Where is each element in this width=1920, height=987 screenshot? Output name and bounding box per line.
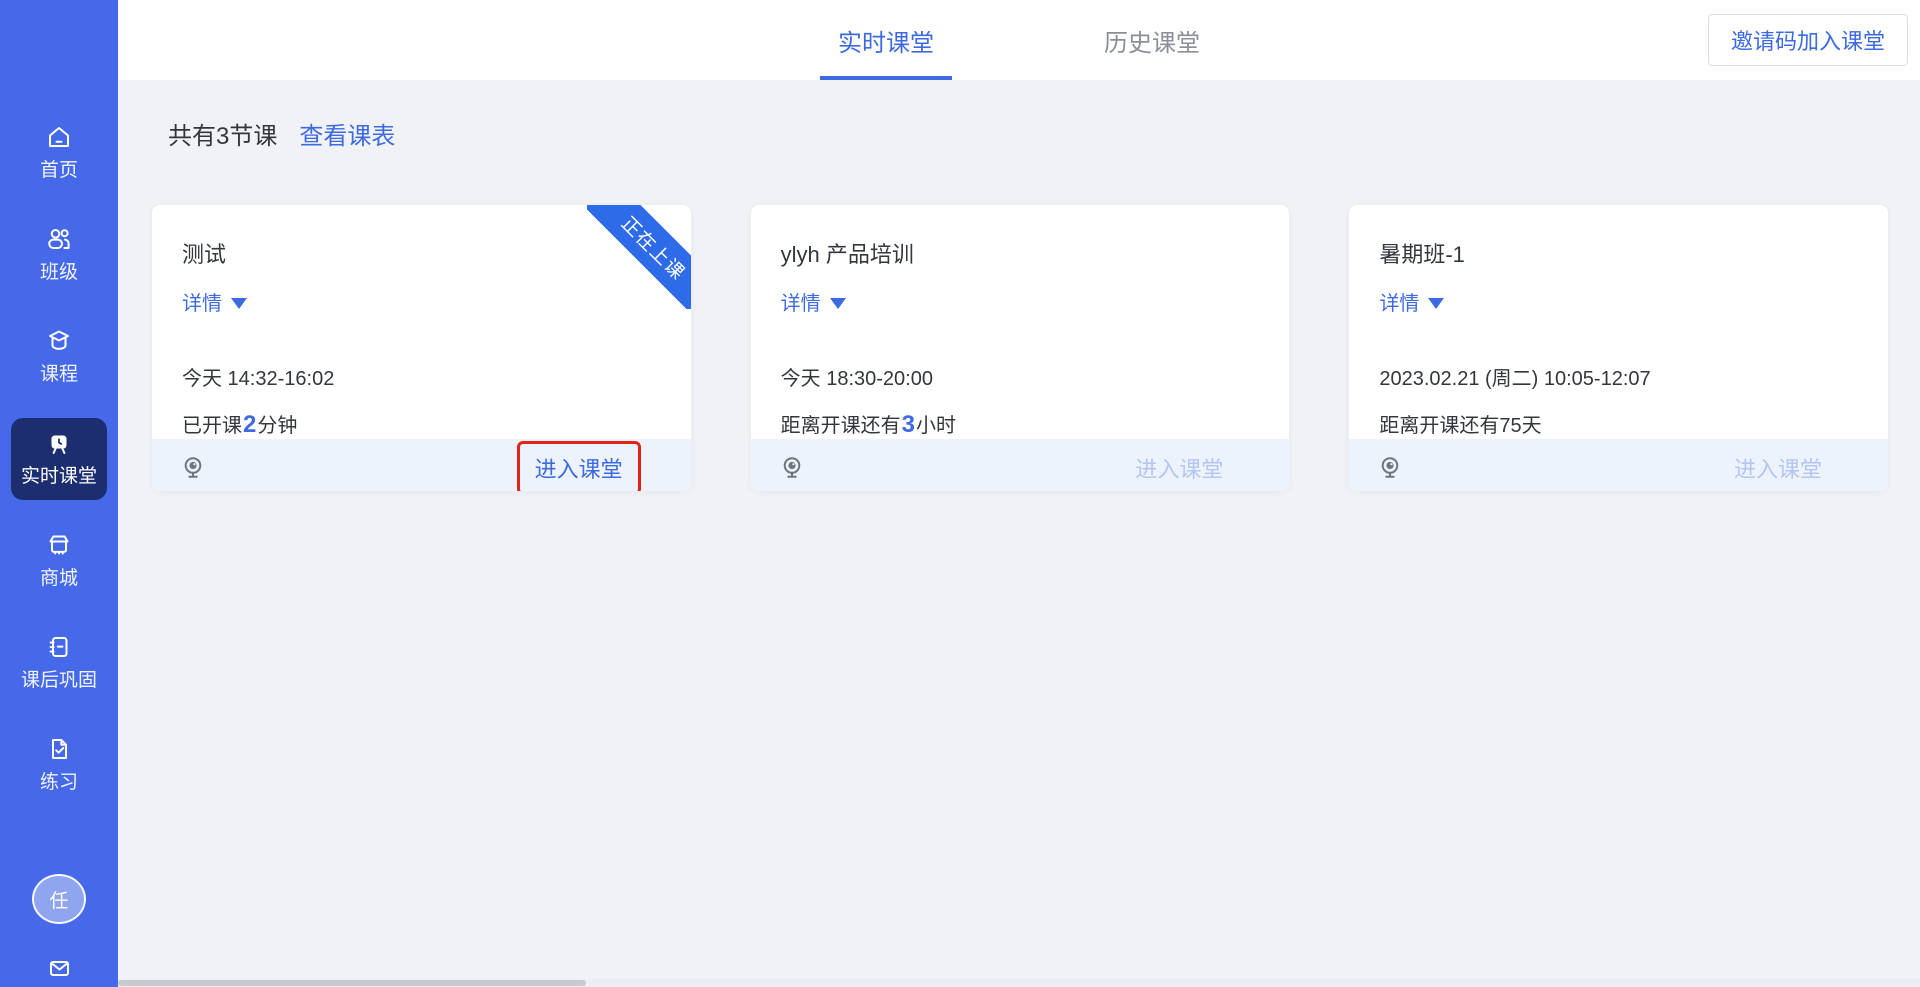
class-card-upcoming: 暑期班-1 详情 2023.02.21 (周二) 10:05-12:07 距离开… bbox=[1349, 205, 1888, 491]
detail-label: 详情 bbox=[182, 287, 222, 316]
live-ribbon: 正在上课 bbox=[587, 205, 691, 309]
sidebar-item-label: 实时课堂 bbox=[21, 466, 97, 488]
card-countdown: 距离开课还有75天 bbox=[1379, 409, 1858, 439]
live-ribbon-label: 正在上课 bbox=[587, 205, 691, 309]
class-card-list: 正在上课 测试 详情 今天 14:32-16:02 已开课2分钟 bbox=[152, 205, 1888, 491]
avatar[interactable]: 任 bbox=[32, 874, 86, 924]
home-icon bbox=[45, 123, 73, 151]
detail-toggle[interactable]: 详情 bbox=[781, 287, 846, 316]
invite-code-join-button[interactable]: 邀请码加入课堂 bbox=[1708, 14, 1908, 66]
card-time: 2023.02.21 (周二) 10:05-12:07 bbox=[1379, 362, 1858, 391]
courses-icon bbox=[45, 327, 73, 355]
sidebar-item-courses[interactable]: 课程 bbox=[11, 316, 107, 398]
chevron-down-icon bbox=[231, 298, 247, 309]
sidebar-item-live-classroom[interactable]: 实时课堂 bbox=[11, 418, 107, 500]
annotation-highlight-box: 进入课堂 bbox=[517, 441, 641, 492]
mail-icon bbox=[44, 954, 74, 982]
sidebar-item-label: 课程 bbox=[40, 364, 78, 386]
card-title: ylyh 产品培训 bbox=[781, 237, 1260, 269]
tab-live-classroom[interactable]: 实时课堂 bbox=[838, 0, 934, 80]
mall-icon bbox=[45, 531, 73, 559]
homework-icon bbox=[45, 633, 73, 661]
sidebar-item-label: 练习 bbox=[40, 772, 78, 794]
content-area: 共有3节课 查看课表 正在上课 测试 详情 今天 14:32-16:02 已开课… bbox=[118, 80, 1920, 987]
card-countdown: 已开课2分钟 bbox=[182, 409, 661, 439]
sidebar-item-classes[interactable]: 班级 bbox=[11, 214, 107, 296]
class-card-upcoming: ylyh 产品培训 详情 今天 18:30-20:00 距离开课还有3小时 bbox=[751, 205, 1290, 491]
card-time: 今天 14:32-16:02 bbox=[182, 362, 661, 391]
sidebar: 首页 班级 课程 实时课堂 bbox=[0, 0, 118, 987]
webcam-icon bbox=[1377, 455, 1403, 481]
chevron-down-icon bbox=[1428, 298, 1444, 309]
horizontal-scrollbar bbox=[118, 979, 1920, 987]
card-footer: 进入课堂 bbox=[1349, 439, 1888, 491]
avatar-initial: 任 bbox=[49, 886, 68, 913]
countdown-number: 2 bbox=[242, 411, 257, 438]
tab-bar: 实时课堂 历史课堂 bbox=[838, 0, 1200, 80]
countdown-number bbox=[1542, 411, 1544, 438]
classes-icon bbox=[45, 225, 73, 253]
card-footer: 进入课堂 bbox=[152, 439, 691, 491]
practice-icon bbox=[45, 735, 73, 763]
webcam-icon bbox=[180, 455, 206, 481]
card-countdown: 距离开课还有3小时 bbox=[781, 409, 1260, 439]
view-schedule-link[interactable]: 查看课表 bbox=[299, 116, 395, 151]
sidebar-item-label: 班级 bbox=[40, 262, 78, 284]
chevron-down-icon bbox=[830, 298, 846, 309]
sidebar-item-practice[interactable]: 练习 bbox=[11, 724, 107, 806]
enter-classroom-link-disabled[interactable]: 进入课堂 bbox=[1734, 452, 1822, 484]
course-count-row: 共有3节课 查看课表 bbox=[168, 116, 1888, 151]
enter-classroom-link-disabled[interactable]: 进入课堂 bbox=[1135, 452, 1223, 484]
sidebar-item-home[interactable]: 首页 bbox=[11, 112, 107, 194]
detail-label: 详情 bbox=[781, 287, 821, 316]
horizontal-scrollbar-thumb[interactable] bbox=[118, 980, 586, 986]
enter-classroom-link[interactable]: 进入课堂 bbox=[535, 457, 623, 482]
tab-history-classroom[interactable]: 历史课堂 bbox=[1104, 0, 1200, 80]
live-classroom-icon bbox=[45, 429, 73, 457]
main-area: 实时课堂 历史课堂 邀请码加入课堂 共有3节课 查看课表 正在上课 测试 详情 bbox=[118, 0, 1920, 987]
course-count-text: 共有3节课 bbox=[168, 116, 277, 151]
sidebar-item-homework[interactable]: 课后巩固 bbox=[11, 622, 107, 704]
detail-label: 详情 bbox=[1379, 287, 1419, 316]
sidebar-item-label: 商城 bbox=[40, 568, 78, 590]
messages-button[interactable] bbox=[44, 954, 74, 987]
sidebar-item-label: 首页 bbox=[40, 160, 78, 182]
detail-toggle[interactable]: 详情 bbox=[1379, 287, 1444, 316]
webcam-icon bbox=[779, 455, 805, 481]
sidebar-item-label: 课后巩固 bbox=[21, 670, 97, 692]
card-time: 今天 18:30-20:00 bbox=[781, 362, 1260, 391]
card-title: 暑期班-1 bbox=[1379, 237, 1858, 269]
card-footer: 进入课堂 bbox=[751, 439, 1290, 491]
detail-toggle[interactable]: 详情 bbox=[182, 287, 247, 316]
header: 实时课堂 历史课堂 邀请码加入课堂 bbox=[118, 0, 1920, 80]
sidebar-item-mall[interactable]: 商城 bbox=[11, 520, 107, 602]
countdown-number: 3 bbox=[901, 411, 916, 438]
class-card-live: 正在上课 测试 详情 今天 14:32-16:02 已开课2分钟 bbox=[152, 205, 691, 491]
